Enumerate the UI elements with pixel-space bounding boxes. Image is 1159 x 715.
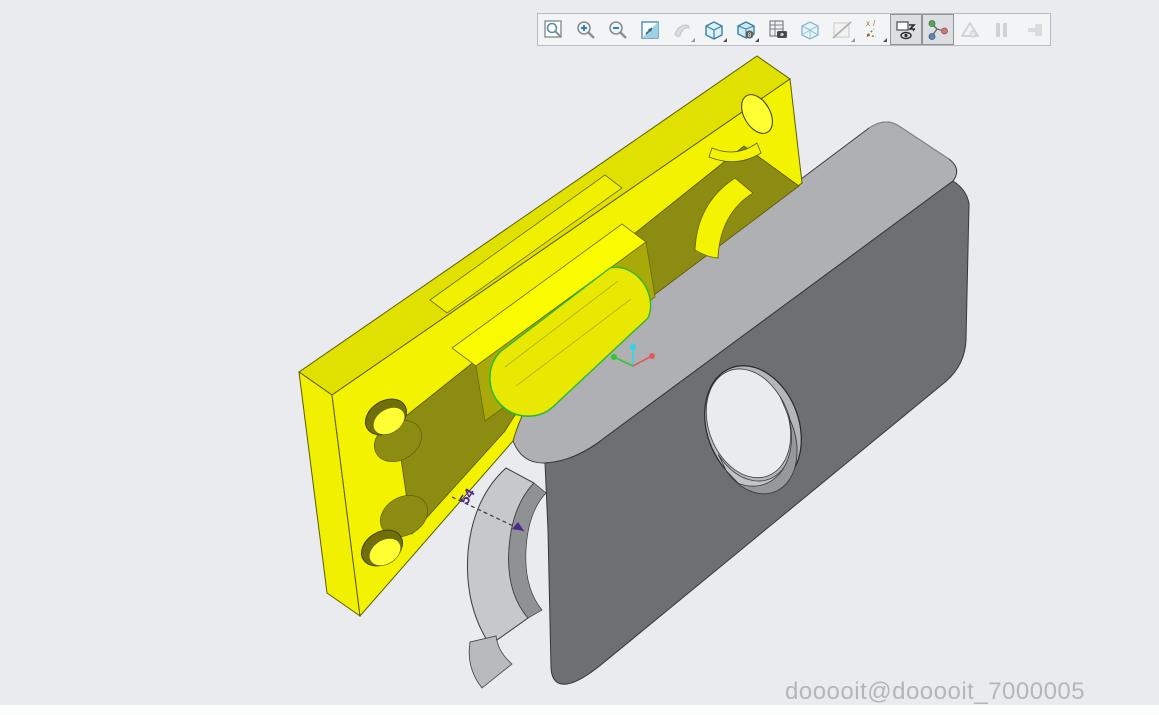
- return-button[interactable]: [1018, 14, 1050, 45]
- section-view-button[interactable]: [826, 14, 858, 45]
- snapshot-table-icon: [769, 19, 787, 38]
- dropdown-arrow-icon: [851, 34, 855, 42]
- svg-text:/: /: [873, 19, 876, 28]
- snapshot-button[interactable]: [762, 14, 794, 45]
- zoom-window-icon: [544, 19, 562, 38]
- dropdown-arrow-icon: [723, 34, 727, 42]
- core-plate-notch: [467, 467, 547, 689]
- explode-view-icon: [928, 19, 948, 40]
- datum-display-button[interactable]: x /: [858, 14, 890, 45]
- zoom-window-button[interactable]: [538, 14, 570, 45]
- notch-lower: [468, 635, 513, 689]
- interference-check-button[interactable]: [954, 14, 986, 45]
- triad-x-tip: [649, 353, 655, 359]
- pause-icon: [996, 22, 1007, 37]
- transparent-view-cube-icon: [801, 20, 819, 40]
- scene-3d: 54: [298, 55, 970, 689]
- pause-button[interactable]: [986, 14, 1018, 45]
- dropdown-arrow-icon: [691, 34, 695, 42]
- view-style-button[interactable]: 8: [730, 14, 762, 45]
- refresh-view-button[interactable]: [666, 14, 698, 45]
- triad-y-tip: [611, 354, 617, 360]
- shaded-view-button[interactable]: [698, 14, 730, 45]
- zoom-fit-icon: [641, 20, 659, 39]
- zoom-out-button[interactable]: [602, 14, 634, 45]
- transparent-view-button[interactable]: [794, 14, 826, 45]
- triad-z-tip: [630, 344, 636, 350]
- dropdown-arrow-icon: [755, 34, 759, 42]
- cad-viewport[interactable]: 54 8 x / dooooit@dooooit_7000005: [0, 0, 1159, 715]
- zoom-in-icon: [577, 20, 595, 39]
- hide-show-button[interactable]: [890, 14, 922, 45]
- watermark-text: dooooit@dooooit_7000005: [785, 678, 1086, 705]
- view-toolbar: 8 x /: [537, 13, 1051, 46]
- explode-view-button[interactable]: [922, 14, 954, 45]
- hide-show-icon: [896, 20, 916, 39]
- window-bottom-strip: [0, 705, 1159, 715]
- zoom-out-icon: [609, 20, 627, 39]
- interference-check-icon: [961, 21, 979, 38]
- zoom-fit-button[interactable]: [634, 14, 666, 45]
- return-icon: [1028, 23, 1042, 36]
- dropdown-arrow-icon: [883, 34, 887, 42]
- svg-text:x: x: [866, 19, 870, 28]
- zoom-in-button[interactable]: [570, 14, 602, 45]
